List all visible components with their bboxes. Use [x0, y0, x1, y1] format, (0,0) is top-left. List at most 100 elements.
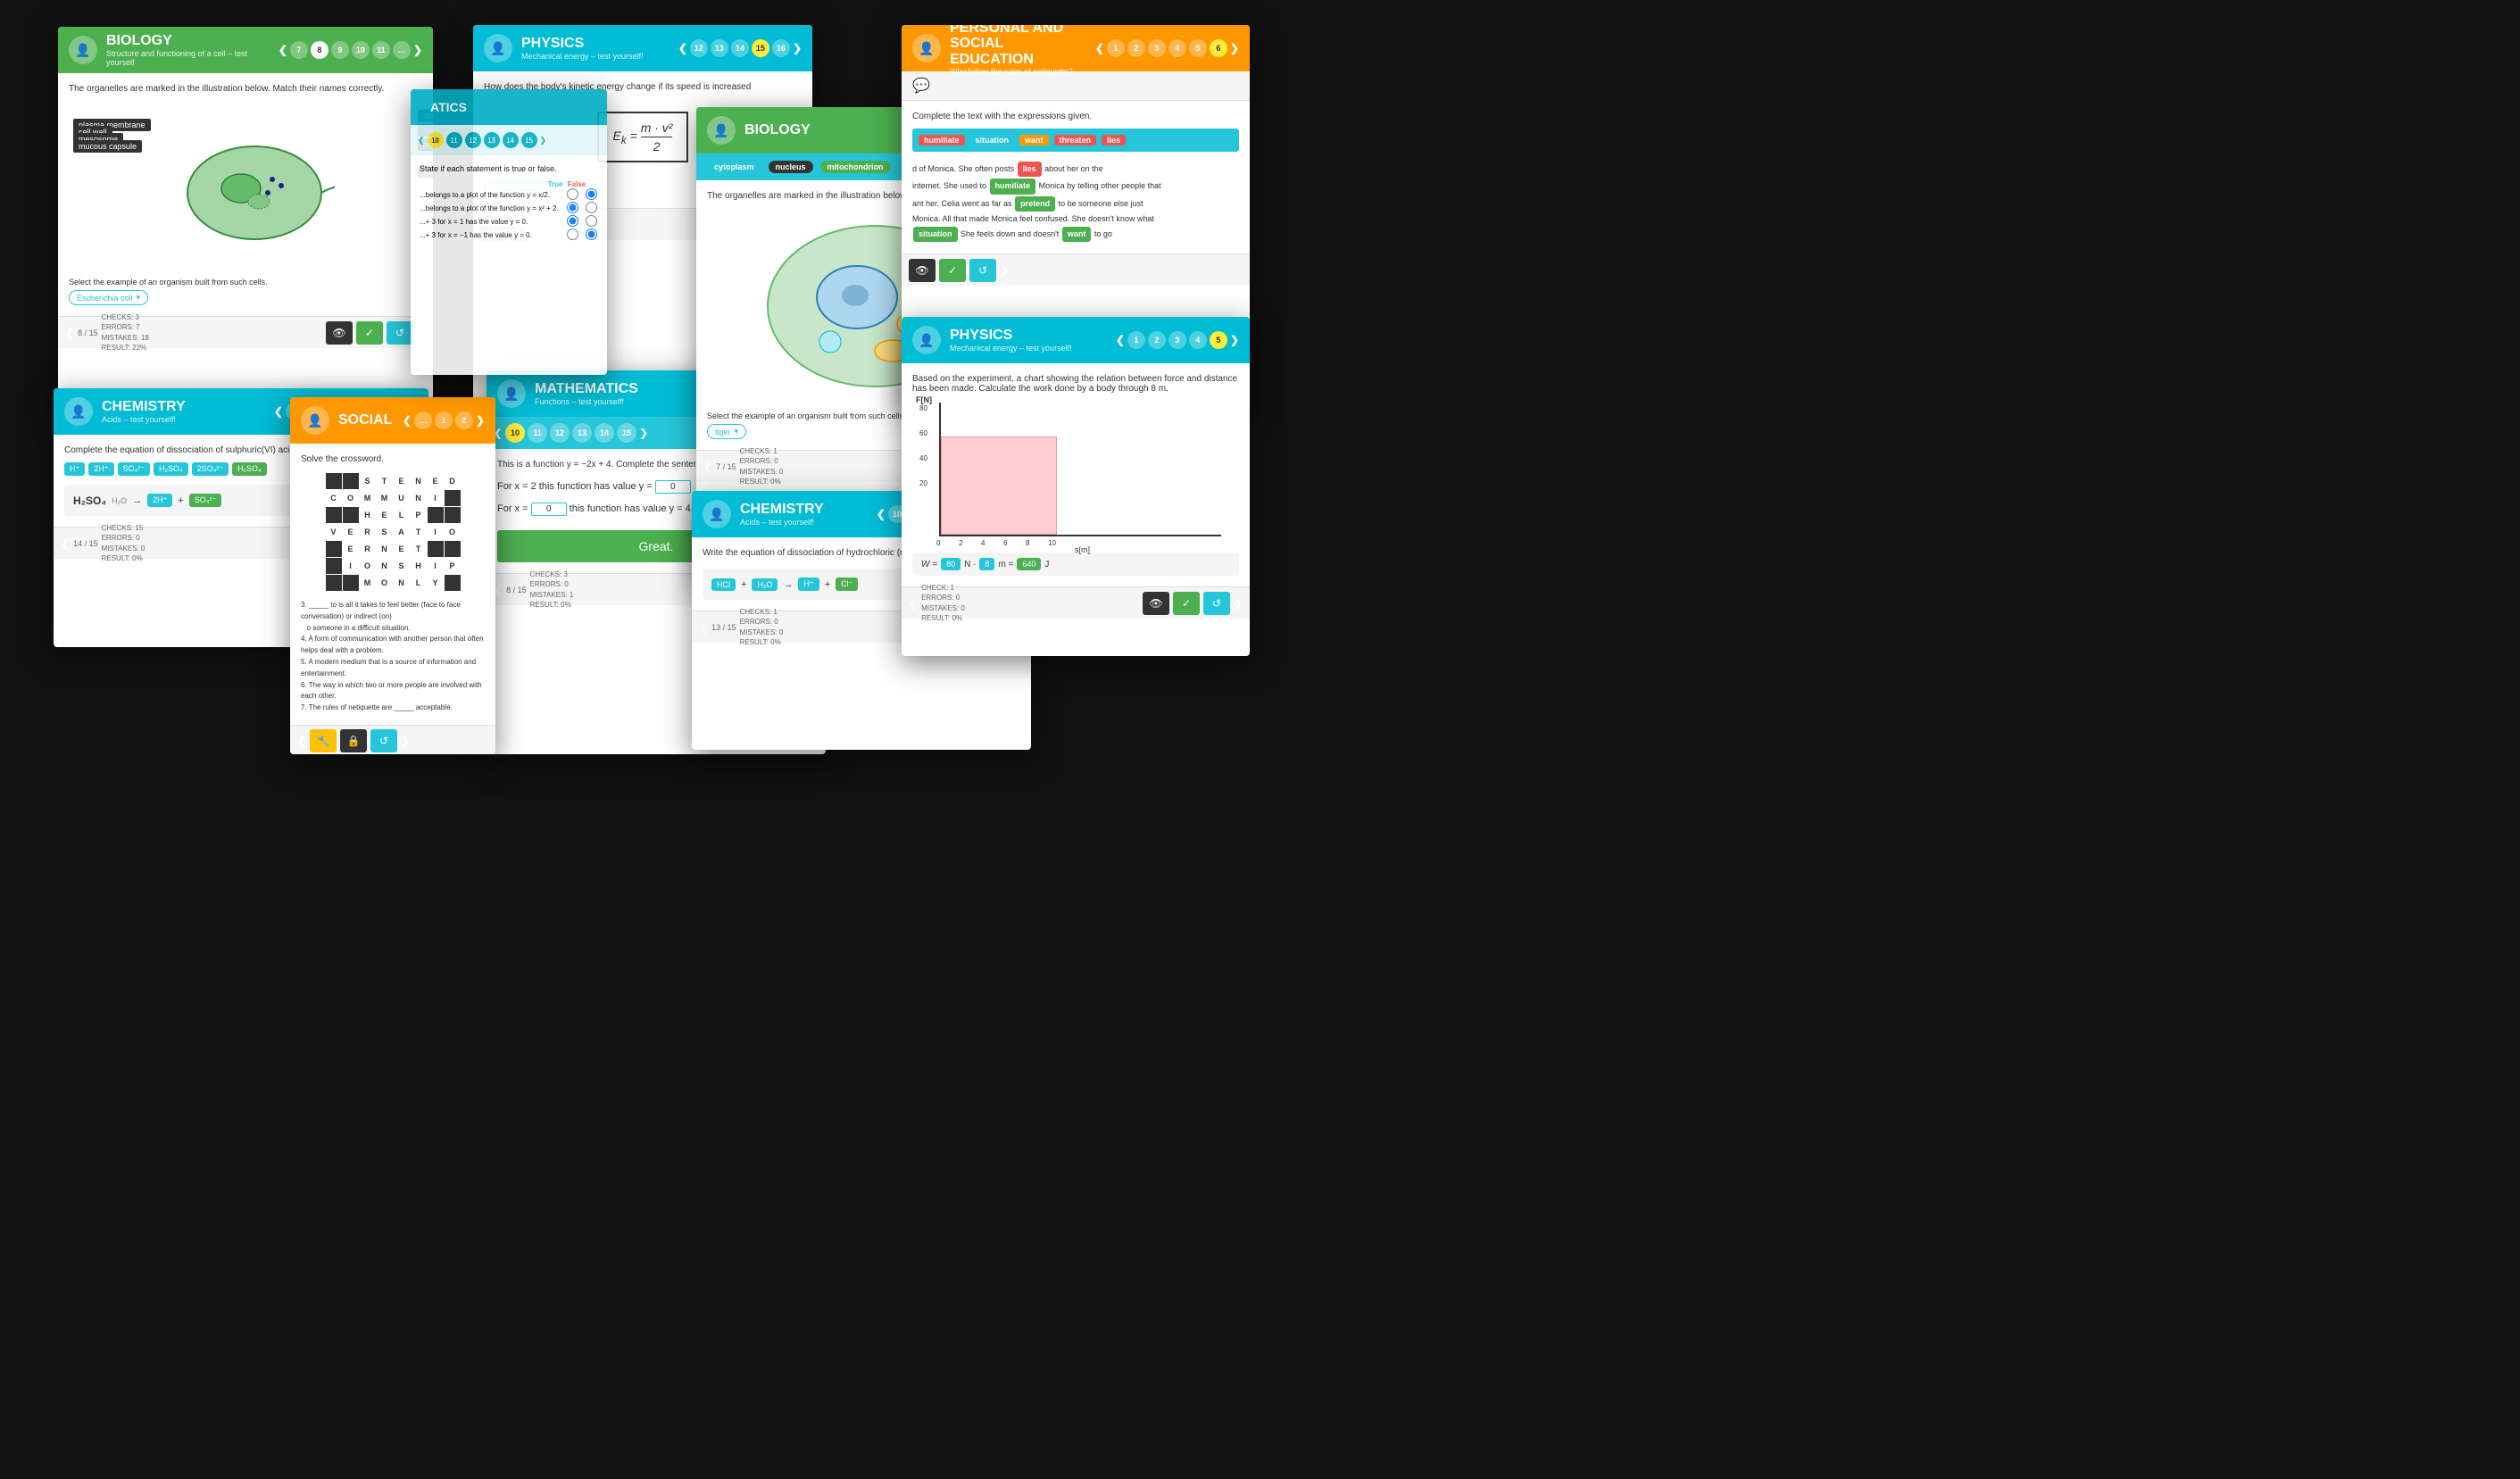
- pse-refresh-btn[interactable]: ↺: [969, 259, 996, 282]
- phys-right-subtitle: Mechanical energy – test yourself!: [950, 344, 1107, 353]
- bio-icon: 👤: [69, 36, 97, 64]
- tag-cytoplasm: cytoplasm: [707, 161, 761, 173]
- bio-diagram: plasma membrane cell wall mesosome mucou…: [69, 101, 422, 270]
- math-input2[interactable]: 0: [531, 503, 567, 516]
- phys-right-question: Based on the experiment, a chart showing…: [912, 374, 1239, 394]
- cell-svg: [156, 121, 335, 251]
- crossword-grid: S T E N E D C O M M U N I H: [326, 473, 461, 591]
- bio-page: 8 / 15: [78, 328, 98, 337]
- radio-tf-3b[interactable]: [586, 215, 597, 227]
- phys-right-nav: ❮ 1 2 3 4 5 ❯: [1116, 331, 1239, 349]
- inline-pretend: pretend: [1015, 196, 1055, 212]
- h-tag: H⁺: [798, 577, 819, 591]
- clue-6: 6. The way in which two or more people a…: [301, 680, 485, 703]
- pse-check-btn[interactable]: ✓: [939, 259, 966, 282]
- refresh-button[interactable]: ↺: [387, 321, 413, 345]
- check-button[interactable]: ✓: [356, 321, 383, 345]
- y60: 60: [919, 429, 927, 437]
- chem-stats: CHECKS: 15 ERRORS: 0 MISTAKES: 0 RESULT:…: [102, 523, 318, 563]
- phys-subtitle: Mechanical energy – test yourself!: [521, 52, 670, 61]
- social-header: 👤 SOCIAL ❮ … 1 2 ❯: [290, 397, 495, 444]
- inline-situation: situation: [913, 227, 958, 242]
- nav-left[interactable]: ❮: [279, 44, 287, 56]
- phys-header: 👤 PHYSICS Mechanical energy – test yours…: [473, 25, 812, 71]
- clue-3: 3. _____ to is all it takes to feel bett…: [301, 600, 485, 623]
- w-n: N ·: [964, 560, 976, 569]
- footer-prev[interactable]: ❮: [65, 327, 74, 339]
- radio-tf-2b[interactable]: [586, 202, 597, 213]
- chevron-down-icon: ▾: [137, 293, 141, 303]
- formula-h2o-label: H₂O: [112, 496, 127, 505]
- math-overlay-card: ATICS ❮ 10 11 12 13 14 15 ❯ State if eac…: [411, 89, 607, 375]
- clue-5: 5. A modern medium that is a source of i…: [301, 657, 485, 680]
- phys-title: PHYSICS: [521, 36, 670, 52]
- inline-lies: lies: [1018, 162, 1042, 177]
- pse-word-bank: humiliate situation want threaten lies: [912, 129, 1239, 152]
- phys-right-refresh-btn[interactable]: ↺: [1203, 592, 1230, 615]
- arrow-icon: →: [132, 495, 142, 506]
- hcl-tag: HCl: [711, 578, 736, 591]
- chevron-down-icon: ▾: [735, 427, 739, 436]
- social-nav: ❮ … 1 2 ❯: [403, 411, 485, 429]
- result-2h: 2H⁺: [147, 494, 172, 507]
- bio-select-label: Select the example of an organism built …: [69, 278, 422, 287]
- social-wrench-btn[interactable]: 🔧: [310, 729, 337, 752]
- plus1: +: [741, 579, 746, 590]
- arrow2: →: [783, 579, 793, 590]
- bio-nav: ❮ 7 8 9 10 11 … ❯: [279, 41, 422, 59]
- radio-tf-4a[interactable]: [567, 228, 578, 240]
- radio-tf-1b[interactable]: [586, 188, 597, 200]
- math-label1: For x = 2 this function has value y =: [497, 481, 653, 492]
- pse-nav: ❮ 1 2 3 4 5 6 ❯: [1095, 39, 1239, 57]
- plus2: +: [825, 579, 830, 590]
- phys-formula: Ek = m · v² 2: [597, 112, 689, 162]
- social-footer: ❮ 🔧 🔒 ↺ ❯: [290, 725, 495, 754]
- math-input1[interactable]: 0: [655, 480, 691, 494]
- nav-right[interactable]: ❯: [413, 44, 422, 56]
- x0: 0: [936, 539, 940, 547]
- tag-so4: SO₄²⁻: [118, 462, 150, 476]
- x10: 10: [1048, 539, 1056, 547]
- y80: 80: [919, 404, 927, 412]
- radio-tf-3a[interactable]: [567, 215, 578, 227]
- y40: 40: [919, 454, 927, 462]
- phys-right-footer: ❮ CHECK: 1 ERRORS: 0 MISTAKES: 0 RESULT:…: [902, 586, 1250, 619]
- eye-button[interactable]: 👁: [326, 321, 353, 345]
- h2o-tag: H₂O: [752, 578, 778, 591]
- bio-center-dropdown[interactable]: tiger ▾: [707, 424, 746, 439]
- chem-right-page: 13 / 15: [711, 623, 736, 632]
- bio-question: The organelles are marked in the illustr…: [69, 84, 422, 94]
- chat-icon: 💬: [912, 79, 930, 94]
- pse-title: PERSONAL AND SOCIAL EDUCATION: [950, 25, 1086, 67]
- tag-mitochondrion: mitochondrion: [820, 161, 891, 173]
- phys-right-eye-btn[interactable]: 👁: [1143, 592, 1169, 615]
- social-body: Solve the crossword. S T E N E D C O M M…: [290, 444, 495, 725]
- phys-right-check-btn[interactable]: ✓: [1173, 592, 1200, 615]
- phys-right-stats: CHECK: 1 ERRORS: 0 MISTAKES: 0 RESULT: 0…: [921, 583, 1139, 623]
- pse-footer: 👁 ✓ ↺ ❯: [902, 253, 1250, 286]
- tag-2h: 2H⁺: [88, 462, 113, 476]
- true-false-table: True False ...belongs to a plot of the f…: [420, 180, 598, 242]
- social-lock-btn[interactable]: 🔒: [340, 729, 367, 752]
- phys-right-header: 👤 PHYSICS Mechanical energy – test yours…: [902, 317, 1250, 363]
- work-formula: W = 80 N · 8 m = 640 J: [912, 553, 1239, 576]
- physics-right-card: 👤 PHYSICS Mechanical energy – test yours…: [902, 317, 1250, 656]
- social-instruction: Solve the crossword.: [301, 454, 485, 464]
- crossword-clues: 3. _____ to is all it takes to feel bett…: [301, 600, 485, 714]
- social-refresh-btn[interactable]: ↺: [370, 729, 397, 752]
- radio-tf-2a[interactable]: [567, 202, 578, 213]
- w-80: 80: [941, 558, 961, 570]
- phys-right-icon: 👤: [912, 326, 941, 354]
- y20: 20: [919, 479, 927, 487]
- radio-tf-1a[interactable]: [567, 188, 578, 200]
- pse-eye-btn[interactable]: 👁: [909, 259, 936, 282]
- label-mucous: mucous capsule: [73, 140, 142, 153]
- bio-dropdown-value: Escherichia coli: [77, 294, 133, 303]
- inline-humiliate: humiliate: [990, 179, 1036, 194]
- math-overlay-header: ATICS: [411, 89, 607, 125]
- radio-tf-4b[interactable]: [586, 228, 597, 240]
- inline-want: want: [1062, 227, 1092, 242]
- bio-dropdown[interactable]: Escherichia coli ▾: [69, 290, 148, 305]
- bio-center-icon: 👤: [707, 116, 736, 145]
- social-icon: 👤: [301, 406, 329, 435]
